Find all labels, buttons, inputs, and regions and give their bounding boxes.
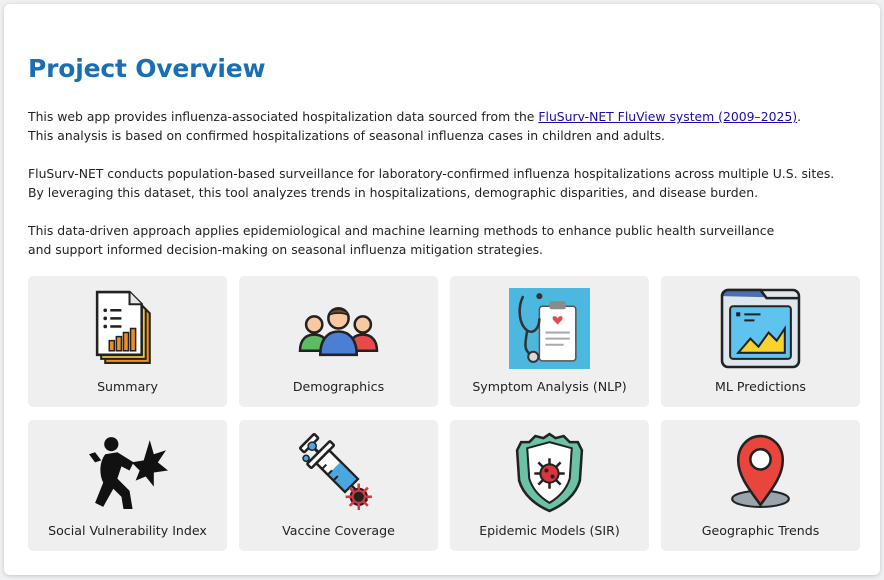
intro-text-line2: This analysis is based on confirmed hosp… [28,128,665,143]
tile-demographics[interactable]: Demographics [239,276,438,407]
surveillance-line1: FluSurv-NET conducts population-based su… [28,166,835,181]
tile-label: ML Predictions [714,379,806,394]
page-title: Project Overview [28,54,266,83]
tile-summary[interactable]: Summary [28,276,227,407]
tile-label: Summary [97,379,158,394]
report-document-icon [95,290,151,364]
tile-epidemic-models[interactable]: Epidemic Models (SIR) [450,420,649,551]
tile-geographic-trends[interactable]: Geographic Trends [661,420,860,551]
flusurv-net-link[interactable]: FluSurv-NET FluView system (2009–2025) [538,109,797,124]
approach-paragraph: This data-driven approach applies epidem… [28,221,774,259]
tile-label: Demographics [292,379,385,394]
tile-label: Epidemic Models (SIR) [479,523,620,538]
vaccine-syringe-icon [298,432,372,510]
people-group-icon [298,306,379,357]
intro-paragraph: This web app provides influenza-associat… [28,107,801,145]
approach-line2: and support informed decision-making on … [28,242,543,257]
tile-label: Vaccine Coverage [282,523,395,538]
tile-social-vulnerability[interactable]: Social Vulnerability Index [28,420,227,551]
map-pin-icon [731,434,790,508]
tile-symptom-analysis[interactable]: Symptom Analysis (NLP) [450,276,649,407]
tile-ml-predictions[interactable]: ML Predictions [661,276,860,407]
stethoscope-clipboard-icon [509,288,590,369]
tile-label: Social Vulnerability Index [48,523,207,538]
virus-shield-icon [515,432,584,513]
intro-text-end: . [797,109,802,124]
tile-label: Geographic Trends [701,523,820,538]
overview-card: Project Overview This web app provides i… [4,4,880,575]
chart-window-icon [720,288,801,369]
tile-vaccine-coverage[interactable]: Vaccine Coverage [239,420,438,551]
tile-label: Symptom Analysis (NLP) [472,379,627,394]
surveillance-line2: By leveraging this dataset, this tool an… [28,185,759,200]
intro-text: This web app provides influenza-associat… [28,109,539,124]
person-falling-icon [89,437,168,509]
approach-line1: This data-driven approach applies epidem… [28,223,775,238]
surveillance-paragraph: FluSurv-NET conducts population-based su… [28,164,834,202]
